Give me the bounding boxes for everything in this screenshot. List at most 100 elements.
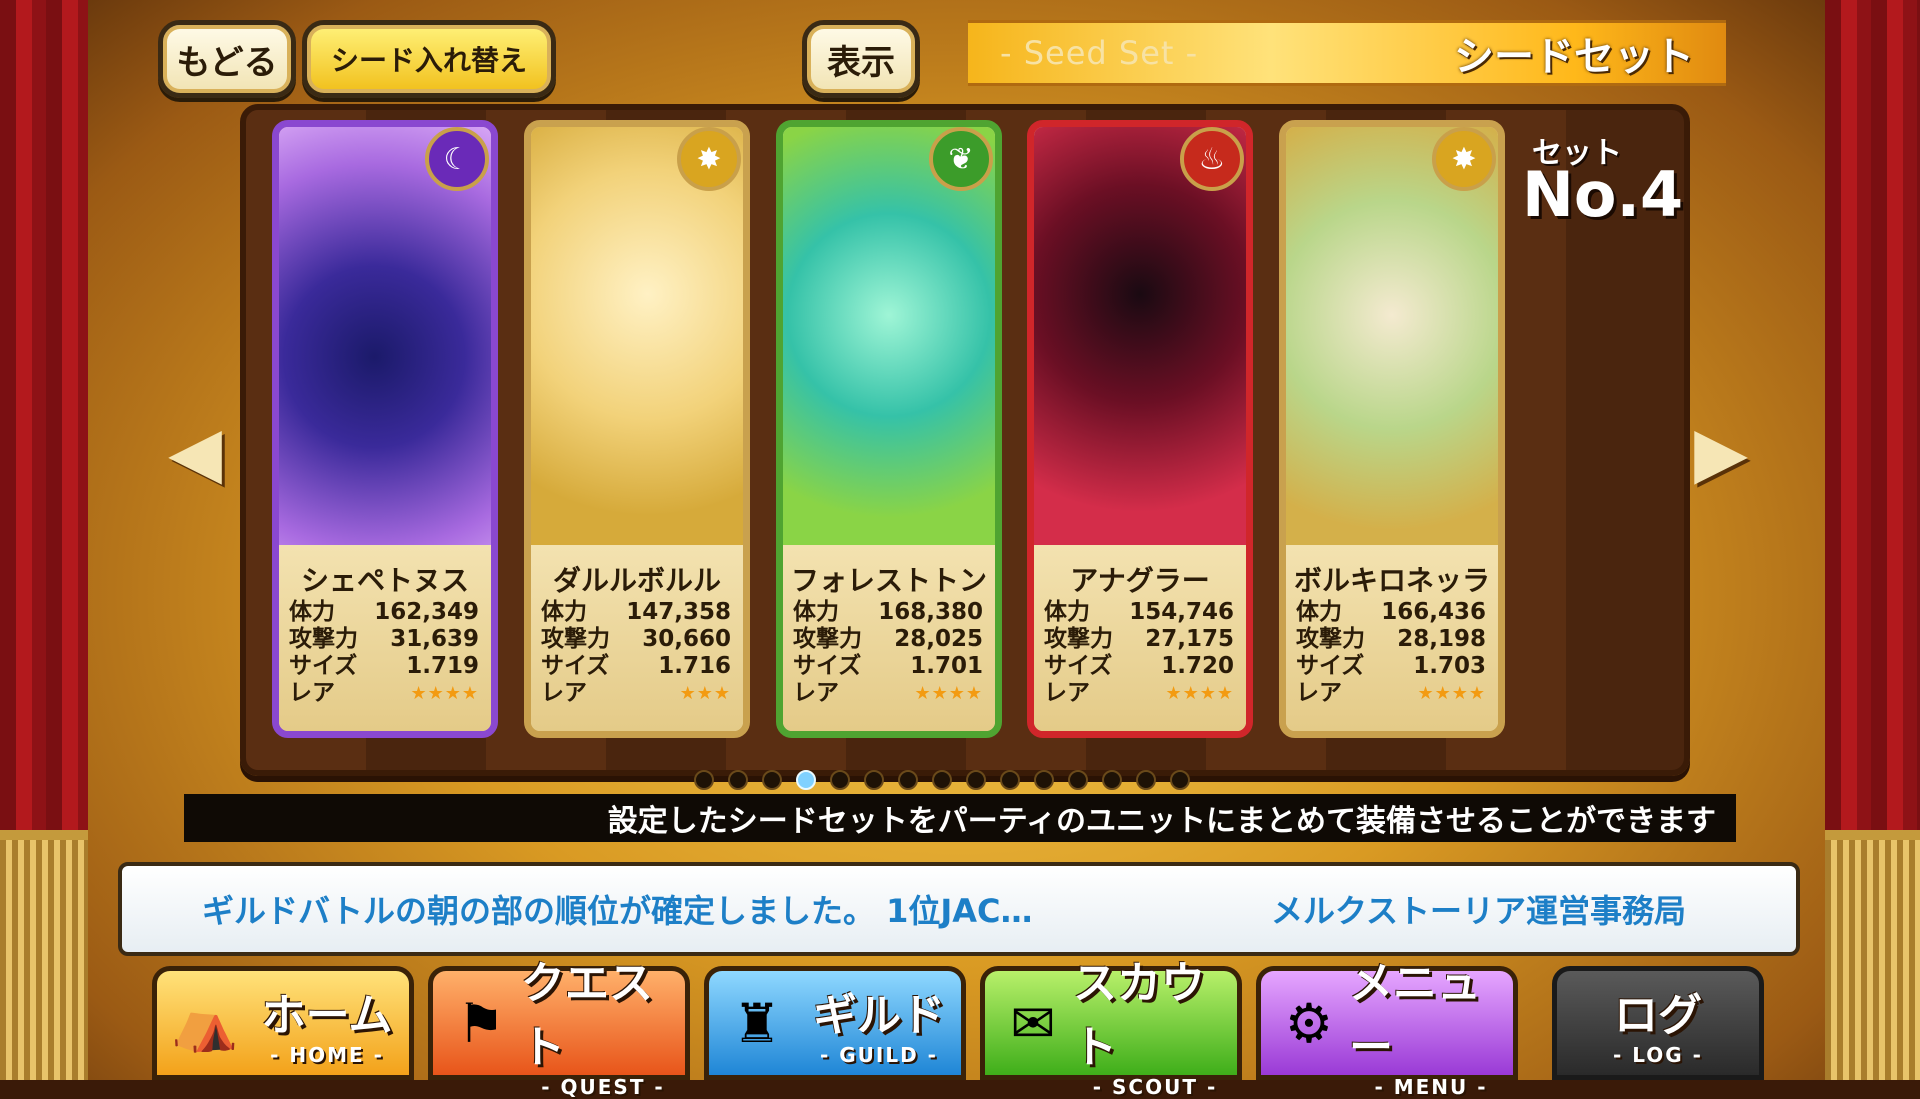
hint-ticker: 設定したシードセットをパーティのユニットにまとめて装備させることができます xyxy=(184,794,1736,842)
seed-card-4[interactable]: ♨ アナグラー 体力 154,746 攻撃力 27,175 サイズ 1.720 レア ★… xyxy=(1027,120,1253,738)
page-dot[interactable] xyxy=(830,770,850,790)
stat-value: 168,380 xyxy=(878,599,983,625)
page-dot[interactable] xyxy=(1170,770,1190,790)
page-dot[interactable] xyxy=(932,770,952,790)
nav-log-button[interactable]: ログ - LOG - xyxy=(1552,966,1764,1080)
nav-label: メニュー xyxy=(1349,958,1481,1073)
seed-info: ダルルボルル 体力 147,358 攻撃力 30,660 サイズ 1.716 レア ★★… xyxy=(531,545,743,731)
next-set-arrow-icon[interactable]: ▶ xyxy=(1686,411,1756,493)
stat-label: 攻撃力 xyxy=(1296,626,1365,652)
stat-rarity: レア ★★★ xyxy=(531,680,743,707)
rarity-stars: ★★★★ xyxy=(1417,683,1486,704)
title-subtitle: - Seed Set - xyxy=(1000,34,1199,72)
rarity-stars: ★★★★ xyxy=(914,683,983,704)
stat-value: 27,175 xyxy=(1145,626,1234,652)
stat-label: サイズ xyxy=(541,653,610,679)
seed-name: フォレストトン xyxy=(790,564,987,597)
nav-label: ホーム xyxy=(261,990,393,1041)
set-number: No.4 xyxy=(1522,158,1684,231)
stat-label: 体力 xyxy=(541,599,587,625)
hint-text: 設定したシードセットをパーティのユニットにまとめて装備させることができます xyxy=(607,804,1716,839)
page-dot[interactable] xyxy=(1034,770,1054,790)
stat-value: 31,639 xyxy=(390,626,479,652)
nav-sublabel: - GUILD - xyxy=(820,1043,938,1067)
nav-sublabel: - LOG - xyxy=(1613,1043,1703,1067)
signpost-icon: ⚑ xyxy=(456,991,506,1055)
nav-label: ログ xyxy=(1614,990,1702,1041)
gear-icon: ⚙ xyxy=(1284,991,1334,1055)
fire-icon: ♨ xyxy=(1180,127,1244,191)
page-dot[interactable] xyxy=(728,770,748,790)
page-dot[interactable] xyxy=(796,770,816,790)
seed-card-5[interactable]: ✸ ボルキロネッラ 体力 166,436 攻撃力 28,198 サイズ 1.703 レ… xyxy=(1279,120,1505,738)
rarity-stars: ★★★★ xyxy=(410,683,479,704)
stat-hp: 体力 166,436 xyxy=(1286,599,1498,626)
stat-atk: 攻撃力 28,025 xyxy=(783,626,995,653)
stat-value: 1.719 xyxy=(406,653,479,679)
stat-value: 1.720 xyxy=(1161,653,1234,679)
page-dot[interactable] xyxy=(1068,770,1088,790)
nav-quest-button[interactable]: ⚑ クエスト - QUEST - xyxy=(428,958,690,1099)
page-dot[interactable] xyxy=(1000,770,1020,790)
stat-atk: 攻撃力 27,175 xyxy=(1034,626,1246,653)
sun-icon: ✸ xyxy=(677,127,741,191)
stat-atk: 攻撃力 30,660 xyxy=(531,626,743,653)
scroll-icon: ✉ xyxy=(1010,991,1056,1055)
stat-label: 攻撃力 xyxy=(289,626,358,652)
stat-label: 体力 xyxy=(289,599,335,625)
stat-rarity: レア ★★★★ xyxy=(1034,680,1246,707)
page-dot[interactable] xyxy=(762,770,782,790)
nav-label: クエスト xyxy=(521,958,653,1073)
nav-menu-button[interactable]: ⚙ メニュー - MENU - xyxy=(1256,958,1518,1099)
stat-size: サイズ 1.701 xyxy=(783,653,995,680)
seed-swap-button[interactable]: シード入れ替え xyxy=(302,20,556,98)
stat-hp: 体力 162,349 xyxy=(279,599,491,626)
stat-size: サイズ 1.716 xyxy=(531,653,743,680)
stat-label: 攻撃力 xyxy=(793,626,862,652)
seed-card-1[interactable]: ☾ シェペトヌス 体力 162,349 攻撃力 31,639 サイズ 1.719 レア… xyxy=(272,120,498,738)
title-banner: - Seed Set - シードセット xyxy=(968,20,1726,86)
stat-size: サイズ 1.703 xyxy=(1286,653,1498,680)
curtain-fringe xyxy=(1825,830,1920,1080)
seed-info: ボルキロネッラ 体力 166,436 攻撃力 28,198 サイズ 1.703 レア ★… xyxy=(1286,545,1498,731)
stat-label: 攻撃力 xyxy=(1044,626,1113,652)
page-dot[interactable] xyxy=(898,770,918,790)
stat-hp: 体力 168,380 xyxy=(783,599,995,626)
seed-name: シェペトヌス xyxy=(300,564,469,597)
back-button[interactable]: もどる xyxy=(158,20,296,98)
stat-size: サイズ 1.719 xyxy=(279,653,491,680)
seed-name: ダルルボルル xyxy=(552,564,721,597)
stat-label: 体力 xyxy=(1296,599,1342,625)
curtain-right xyxy=(1825,0,1920,1080)
stat-label: レア xyxy=(793,680,839,706)
page-dot[interactable] xyxy=(1102,770,1122,790)
nav-scout-button[interactable]: ✉ スカウト - SCOUT - xyxy=(980,958,1242,1099)
nav-sublabel: - HOME - xyxy=(270,1043,384,1067)
seed-name: ボルキロネッラ xyxy=(1293,564,1490,597)
seed-card-3[interactable]: ❦ フォレストトン 体力 168,380 攻撃力 28,025 サイズ 1.701 レ… xyxy=(776,120,1002,738)
sun-icon: ✸ xyxy=(1432,127,1496,191)
page-dot[interactable] xyxy=(864,770,884,790)
stat-hp: 体力 147,358 xyxy=(531,599,743,626)
page-dot[interactable] xyxy=(694,770,714,790)
page-dot[interactable] xyxy=(966,770,986,790)
stat-label: レア xyxy=(541,680,587,706)
seed-info: フォレストトン 体力 168,380 攻撃力 28,025 サイズ 1.701 レア ★… xyxy=(783,545,995,731)
view-toggle-button[interactable]: 表示 xyxy=(802,20,920,98)
stat-value: 28,025 xyxy=(894,626,983,652)
page-dot[interactable] xyxy=(1136,770,1156,790)
stat-label: サイズ xyxy=(1296,653,1365,679)
page-title: シードセット xyxy=(1454,34,1694,80)
nav-home-button[interactable]: ⛺ ホーム - HOME - xyxy=(152,966,414,1080)
stat-value: 1.716 xyxy=(658,653,731,679)
seed-info: アナグラー 体力 154,746 攻撃力 27,175 サイズ 1.720 レア ★★★… xyxy=(1034,545,1246,731)
news-banner[interactable]: ギルドバトルの朝の部の順位が確定しました。 1位JAC… メルクストーリア運営事… xyxy=(118,862,1800,956)
stat-value: 1.703 xyxy=(1413,653,1486,679)
seed-card-2[interactable]: ✸ ダルルボルル 体力 147,358 攻撃力 30,660 サイズ 1.716 レア… xyxy=(524,120,750,738)
stat-value: 147,358 xyxy=(626,599,731,625)
prev-set-arrow-icon[interactable]: ◀ xyxy=(160,411,230,493)
stat-atk: 攻撃力 28,198 xyxy=(1286,626,1498,653)
stat-value: 162,349 xyxy=(374,599,479,625)
nav-guild-button[interactable]: ♜ ギルド - GUILD - xyxy=(704,966,966,1080)
stat-value: 166,436 xyxy=(1381,599,1486,625)
